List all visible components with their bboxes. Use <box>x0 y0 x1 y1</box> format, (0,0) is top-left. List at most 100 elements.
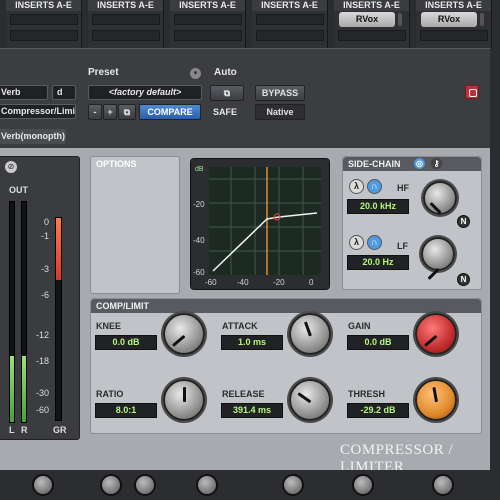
sidechain-title: SIDE-CHAIN <box>343 157 481 171</box>
lf-value[interactable]: 20.0 Hz <box>347 255 409 270</box>
pan-knob[interactable] <box>196 474 218 496</box>
plugin-selector[interactable]: Compressor/Limiter <box>0 104 76 119</box>
insert-column: INSERTS A-E RVox <box>416 0 492 48</box>
ratio-value[interactable]: 8.0:1 <box>95 403 157 418</box>
options-panel: OPTIONS <box>90 156 180 294</box>
insert-column: INSERTS A-E <box>252 0 328 48</box>
insert-slot[interactable] <box>92 30 160 41</box>
preset-next-button[interactable]: + <box>103 104 117 120</box>
insert-slot[interactable] <box>174 30 242 41</box>
insert-header: INSERTS A-E <box>252 0 327 11</box>
comp-limit-title: COMP/LIMIT <box>91 299 481 313</box>
graph-y-tick: -60 <box>193 268 205 277</box>
insert-slot[interactable] <box>420 30 488 41</box>
gain-knob-pointer <box>424 334 438 347</box>
native-indicator: Native <box>255 104 305 120</box>
auto-title: Auto <box>214 67 237 78</box>
hf-filter-icon[interactable]: ∩ <box>367 179 382 194</box>
insert-header: INSERTS A-E <box>170 0 245 11</box>
insert-slot[interactable] <box>10 30 78 41</box>
knee-value[interactable]: 0.0 dB <box>95 335 157 350</box>
hf-label: HF <box>397 183 409 193</box>
insert-header: INSERTS A-E <box>334 0 409 11</box>
lf-highpass-icon[interactable]: λ <box>349 235 364 250</box>
insert-slot-handle[interactable] <box>398 13 402 26</box>
attack-value[interactable]: 1.0 ms <box>221 335 283 350</box>
insert-slot-handle[interactable] <box>480 13 484 26</box>
bypass-button[interactable]: BYPASS <box>255 85 305 101</box>
release-knob-pointer <box>297 392 312 404</box>
lf-knob[interactable] <box>421 237 455 280</box>
hf-value[interactable]: 20.0 kHz <box>347 199 409 214</box>
preset-menu-icon[interactable]: ▾ <box>190 68 201 79</box>
compare-button[interactable]: COMPARE <box>139 104 201 120</box>
r-label: R <box>21 425 28 435</box>
track-channel-selector[interactable]: d <box>52 85 76 100</box>
graph-x-tick: -60 <box>205 278 217 287</box>
meter-link-icon[interactable]: ⊘ <box>5 161 17 173</box>
meter-scale-label: -6 <box>40 290 49 300</box>
release-knob[interactable] <box>289 379 331 421</box>
pan-knob[interactable] <box>352 474 374 496</box>
hf-lowpass-icon[interactable]: λ <box>349 179 364 194</box>
sidechain-panel: SIDE-CHAIN ◎ ⚷ λ ∩ HF 20.0 kHz N λ ∩ LF … <box>342 156 482 290</box>
insert-slot[interactable] <box>174 14 242 25</box>
sidechain-listen-icon[interactable]: ◎ <box>413 157 426 170</box>
thresh-label: THRESH <box>348 389 386 399</box>
hf-normal-icon[interactable]: N <box>457 215 470 228</box>
sidechain-key-selector[interactable]: Verb(monopth) <box>0 129 66 144</box>
graph-x-tick: -20 <box>273 278 285 287</box>
ratio-knob-pointer <box>183 387 186 402</box>
insert-slot[interactable] <box>256 14 324 25</box>
mixer-right-edge <box>490 48 500 470</box>
transfer-curve-svg: dB -20 -40 -60 -60 -40 -20 0 <box>193 166 321 287</box>
insert-slot[interactable] <box>256 30 324 41</box>
pan-knob[interactable] <box>282 474 304 496</box>
gain-value[interactable]: 0.0 dB <box>347 335 409 350</box>
meter-scale-label: -3 <box>40 264 49 274</box>
thresh-knob[interactable] <box>415 379 457 421</box>
attack-knob[interactable] <box>289 313 331 355</box>
track-selector[interactable]: Verb <box>0 85 48 100</box>
pan-knob[interactable] <box>134 474 156 496</box>
mixer-inserts-strip: INSERTS A-E INSERTS A-E INSERTS A-E INSE… <box>0 0 500 48</box>
release-value[interactable]: 391.4 ms <box>221 403 283 418</box>
insert-header: INSERTS A-E <box>88 0 163 11</box>
lf-normal-icon[interactable]: N <box>457 273 470 286</box>
knee-knob[interactable] <box>163 313 205 355</box>
comp-limit-panel: COMP/LIMIT KNEE 0.0 dB ATTACK 1.0 ms GAI… <box>90 298 482 434</box>
meter-scale-label: 0 <box>43 217 49 227</box>
safe-button[interactable]: SAFE <box>213 107 237 117</box>
pan-knob[interactable] <box>432 474 454 496</box>
knee-knob-pointer <box>172 334 186 347</box>
insert-slot[interactable] <box>92 14 160 25</box>
auto-button[interactable]: ⧉ <box>210 85 244 101</box>
sidechain-key-icon[interactable]: ⚷ <box>430 157 443 170</box>
meter-scale-label: -18 <box>35 356 49 366</box>
graph-x-tick: -40 <box>237 278 249 287</box>
signal-indicator-icon[interactable] <box>465 85 479 99</box>
insert-slot-rvox[interactable]: RVox <box>339 12 395 27</box>
hf-knob[interactable] <box>423 181 457 215</box>
ratio-knob[interactable] <box>163 379 205 421</box>
insert-column: INSERTS A-E <box>170 0 246 48</box>
pan-knob[interactable] <box>32 474 54 496</box>
graph-y-tick: -40 <box>193 236 205 245</box>
preset-prev-button[interactable]: - <box>88 104 102 120</box>
plugin-header: Preset Auto ▾ Verb d Compressor/Limiter … <box>0 48 490 148</box>
insert-slot[interactable] <box>10 14 78 25</box>
transfer-curve-graph: dB -20 -40 -60 -60 -40 -20 0 <box>190 158 330 290</box>
insert-slot[interactable] <box>338 30 406 41</box>
preset-copy-button[interactable]: ⧉ <box>118 104 136 120</box>
preset-selector[interactable]: <factory default> <box>88 85 202 100</box>
insert-column: INSERTS A-E RVox <box>334 0 410 48</box>
pan-knob[interactable] <box>100 474 122 496</box>
attack-knob-pointer <box>303 321 312 337</box>
insert-slot-rvox[interactable]: RVox <box>421 12 477 27</box>
lf-filter-icon[interactable]: ∩ <box>367 235 382 250</box>
gain-knob[interactable] <box>415 313 457 355</box>
insert-header: INSERTS A-E <box>416 0 491 11</box>
meter-scale-label: -12 <box>35 330 49 340</box>
thresh-value[interactable]: -29.2 dB <box>347 403 409 418</box>
lf-label: LF <box>397 241 408 251</box>
